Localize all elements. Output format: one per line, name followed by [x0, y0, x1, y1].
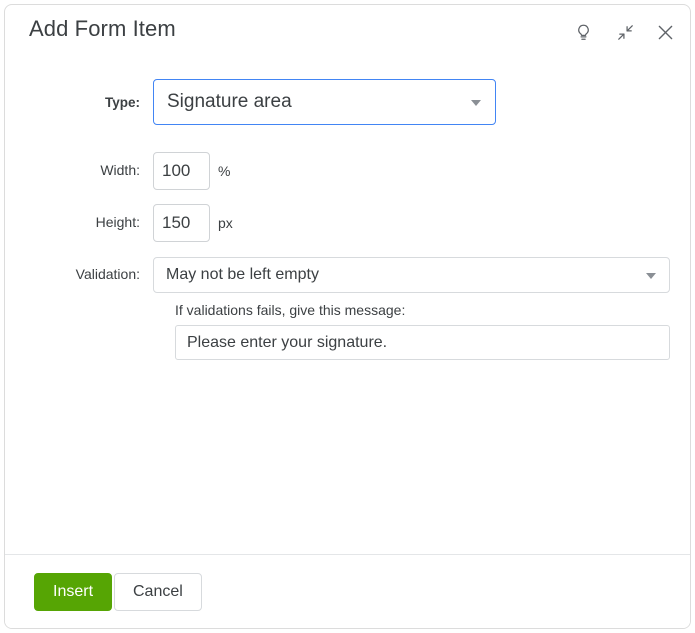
width-field-row: Width: % [5, 152, 690, 190]
insert-button[interactable]: Insert [34, 573, 113, 611]
width-unit-label: % [218, 163, 231, 179]
dialog-titlebar: Add Form Item [5, 5, 690, 59]
dialog-footer: Insert Cancel [5, 554, 690, 628]
page-title: Add Form Item [29, 16, 176, 41]
height-unit-label: px [218, 215, 233, 231]
chevron-down-icon [471, 100, 481, 106]
width-label: Width: [100, 162, 140, 178]
validation-label: Validation: [75, 266, 140, 282]
validation-field-row: Validation: May not be left empty [5, 257, 690, 293]
chevron-down-icon [646, 273, 656, 279]
add-form-item-dialog: Add Form Item Type: Signature area Width… [4, 4, 691, 629]
close-icon[interactable] [650, 17, 680, 47]
type-select-value: Signature area [167, 91, 292, 112]
type-select[interactable]: Signature area [153, 79, 496, 125]
height-field-row: Height: px [5, 204, 690, 242]
collapse-arrows-icon[interactable] [610, 17, 640, 47]
type-label: Type: [104, 95, 140, 110]
dialog-body: Type: Signature area Width: % Height: px… [5, 59, 690, 556]
validation-message-input[interactable] [175, 325, 670, 360]
type-field-row: Type: Signature area [5, 79, 690, 125]
width-input[interactable] [153, 152, 210, 190]
height-label: Height: [95, 214, 140, 230]
validation-select-value: May not be left empty [166, 266, 319, 283]
validation-select[interactable]: May not be left empty [153, 257, 670, 293]
cancel-button[interactable]: Cancel [114, 573, 202, 611]
lightbulb-icon[interactable] [568, 17, 598, 47]
height-input[interactable] [153, 204, 210, 242]
validation-message-hint: If validations fails, give this message: [175, 302, 406, 318]
